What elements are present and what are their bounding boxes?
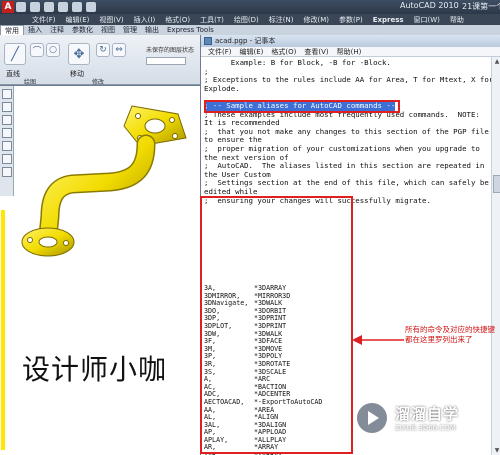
redo-icon[interactable]: [72, 2, 82, 12]
line-tool-button[interactable]: ╱: [4, 43, 26, 65]
tool-button-2[interactable]: [2, 102, 12, 112]
ribbon-tabs: 常用 插入 注释 参数化 视图 管理 输出 Express Tools: [0, 24, 500, 36]
tool-button-6[interactable]: [2, 154, 12, 164]
site-logo: 溜溜自学 ZIXUE.3D66.COM: [355, 390, 495, 445]
tool-button-7[interactable]: [2, 167, 12, 177]
logo-sub-text: ZIXUE.3D66.COM: [395, 424, 456, 432]
menu-parametric[interactable]: 参数(P): [335, 15, 367, 25]
layer-dropdown[interactable]: [146, 57, 186, 65]
new-icon[interactable]: [16, 2, 26, 12]
np-menu-view[interactable]: 查看(V): [300, 47, 332, 57]
tool-button-5[interactable]: [2, 141, 12, 151]
scroll-down-icon[interactable]: ▼: [492, 446, 500, 455]
drawing-canvas[interactable]: 设计师小咖: [0, 86, 200, 455]
np-menu-format[interactable]: 格式(O): [267, 47, 300, 57]
line-icon: ╱: [11, 46, 19, 62]
notepad-title-bar: acad.pgp - 记事本: [201, 35, 500, 47]
vertical-accent-bar: [1, 210, 5, 450]
mirror-icon: ⇔: [115, 45, 123, 55]
tool-button-1[interactable]: [2, 89, 12, 99]
menu-tools[interactable]: 工具(T): [196, 15, 228, 25]
menu-insert[interactable]: 插入(I): [130, 15, 160, 25]
notepad-icon: [204, 37, 212, 45]
move-icon: ✥: [73, 46, 85, 62]
play-logo-icon: [355, 400, 389, 435]
move-tool-label: 移动: [70, 70, 84, 78]
circle-icon: ○: [49, 45, 57, 55]
rotate-icon: ↻: [99, 45, 107, 55]
highlight-box-alias-list: [200, 196, 353, 454]
text-line: Example: B for Block, -B for -Block.: [204, 58, 391, 67]
menu-file[interactable]: 文件(F): [28, 15, 60, 25]
title-bar: A AutoCAD 2010 21课第一个作: [0, 0, 500, 14]
ribbon-panel: ╱ 直线 ⌒ ○ ✥ 移动 ↻ ⇔ 未保存的图层状态 绘图 修改: [0, 35, 200, 86]
tab-manage[interactable]: 管理: [119, 25, 141, 35]
tab-express-tools[interactable]: Express Tools: [163, 26, 218, 34]
save-icon[interactable]: [44, 2, 54, 12]
menu-express[interactable]: Express: [369, 16, 408, 24]
tab-output[interactable]: 输出: [141, 25, 163, 35]
draw-panel-label: 绘图: [24, 79, 37, 86]
np-menu-file[interactable]: 文件(F): [204, 47, 236, 57]
layer-state-dropdown[interactable]: 未保存的图层状态: [146, 45, 194, 54]
polyline-icon: ⌒: [32, 46, 42, 57]
menu-draw[interactable]: 绘图(D): [230, 15, 263, 25]
tab-home[interactable]: 常用: [0, 24, 24, 36]
text-line: ; Exceptions to the rules include AA for…: [204, 75, 491, 85]
polyline-tool-button[interactable]: ⌒: [30, 43, 44, 57]
tab-view[interactable]: 视图: [97, 25, 119, 35]
menu-dimension[interactable]: 标注(N): [265, 15, 298, 25]
watermark-text: 设计师小咖: [22, 353, 168, 386]
scroll-thumb[interactable]: [493, 175, 500, 193]
menu-window[interactable]: 窗口(W): [410, 15, 444, 25]
app-title: AutoCAD 2010: [400, 1, 459, 10]
highlight-box-section-title: [204, 100, 400, 113]
menu-view[interactable]: 视图(V): [95, 15, 127, 25]
tab-annotate[interactable]: 注释: [46, 25, 68, 35]
tab-parametric[interactable]: 参数化: [68, 25, 97, 35]
open-icon[interactable]: [30, 2, 40, 12]
notepad-title: acad.pgp - 记事本: [215, 37, 276, 45]
pipe-model: [21, 105, 187, 257]
tool-button-4[interactable]: [2, 128, 12, 138]
menu-format[interactable]: 格式(O): [161, 15, 194, 25]
np-menu-help[interactable]: 帮助(H): [333, 47, 366, 57]
tool-button-3[interactable]: [2, 115, 12, 125]
menu-bar: 文件(F) 编辑(E) 视图(V) 插入(I) 格式(O) 工具(T) 绘图(D…: [0, 14, 500, 25]
mirror-tool-button[interactable]: ⇔: [112, 43, 126, 57]
scroll-up-icon[interactable]: ▲: [492, 57, 500, 66]
app-menu-button[interactable]: A: [2, 1, 14, 13]
menu-modify[interactable]: 修改(M): [299, 15, 333, 25]
rotate-tool-button[interactable]: ↻: [96, 43, 110, 57]
circle-tool-button[interactable]: ○: [46, 43, 60, 57]
move-tool-button[interactable]: ✥: [68, 43, 90, 65]
line-tool-label: 直线: [6, 70, 20, 78]
menu-help[interactable]: 帮助: [446, 15, 468, 25]
notepad-menu-bar: 文件(F) 编辑(E) 格式(O) 查看(V) 帮助(H): [201, 47, 500, 57]
file-title: 21课第一个作: [462, 2, 500, 11]
undo-icon[interactable]: [58, 2, 68, 12]
np-menu-edit[interactable]: 编辑(E): [236, 47, 268, 57]
print-icon[interactable]: [86, 2, 96, 12]
tab-insert[interactable]: 插入: [24, 25, 46, 35]
annotation-arrow-icon: [352, 335, 404, 345]
annotation-text: 所有的命令及对应的快捷键都在这里罗列出来了: [405, 325, 495, 344]
menu-edit[interactable]: 编辑(E): [62, 15, 94, 25]
modify-panel-label: 修改: [92, 79, 105, 86]
text-line: Explode.: [204, 83, 240, 93]
logo-main-text: 溜溜自学: [395, 405, 460, 423]
left-toolbar: [0, 86, 14, 196]
